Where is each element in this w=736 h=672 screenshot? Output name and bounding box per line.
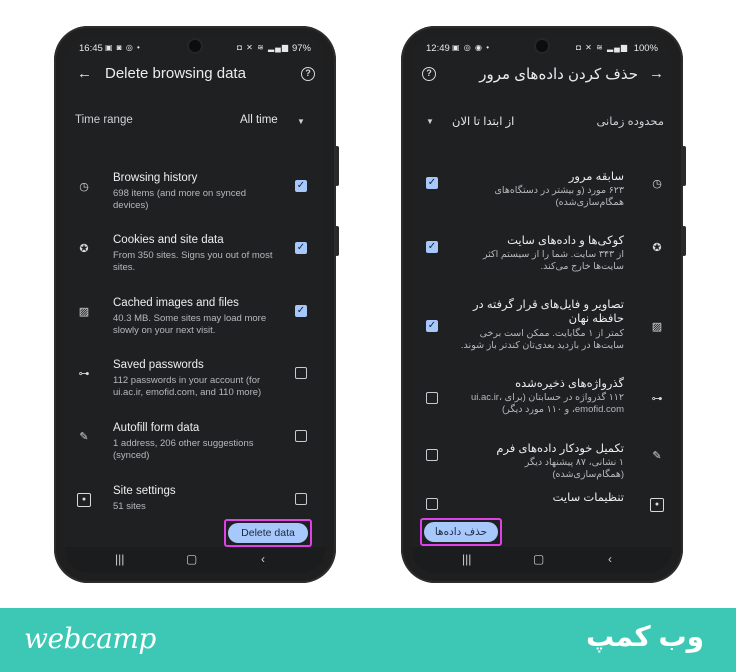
option-title: Autofill form data xyxy=(113,422,200,434)
page-title: Delete browsing data xyxy=(105,65,246,82)
delete-data-button[interactable]: Delete data xyxy=(224,519,312,547)
site-settings-icon: ● xyxy=(77,493,91,507)
notification-icons: ▣ ◙ ◎ • xyxy=(105,43,141,52)
help-icon[interactable]: ? xyxy=(301,67,315,81)
option-title: Cookies and site data xyxy=(113,234,224,246)
brand-footer: webcamp وب کمپ xyxy=(0,608,736,672)
battery-level: 100% xyxy=(633,43,658,54)
status-bar: 16:45 ▣ ◙ ◎ • ◘ ✕ ≋ ▂▄▆ 97% xyxy=(65,36,325,60)
checkbox-autofill[interactable] xyxy=(426,449,438,461)
checkbox-autofill[interactable] xyxy=(295,430,307,442)
time-range-value[interactable]: از ابتدا تا الان xyxy=(452,114,514,128)
option-title: Saved passwords xyxy=(113,359,204,371)
home-icon[interactable]: ▢ xyxy=(533,552,544,566)
app-bar: ? حذف کردن داده‌های مرور → xyxy=(412,60,672,90)
brand-logo-fa: وب کمپ xyxy=(585,621,704,652)
option-title: Site settings xyxy=(113,485,176,497)
delete-data-label: حذف داده‌ها xyxy=(424,522,498,542)
recents-icon[interactable]: ||| xyxy=(115,552,124,566)
page-title: حذف کردن داده‌های مرور xyxy=(479,66,638,83)
checkbox-browsing-history[interactable]: ✓ xyxy=(426,177,438,189)
delete-data-label: Delete data xyxy=(228,523,308,543)
brand-logo-en: webcamp xyxy=(24,622,156,655)
option-subtitle: از ۳۴۳ سایت. شما را از سیستم اکثر سایت‌ه… xyxy=(482,249,624,272)
status-bar: 12:49 ▣ ◎ ◉ • ◘ ✕ ≋ ▂▄▆ 100% xyxy=(412,36,672,60)
image-icon: ▨ xyxy=(78,306,90,318)
back-icon[interactable]: ‹ xyxy=(261,552,265,566)
checkbox-browsing-history[interactable]: ✓ xyxy=(295,180,307,192)
status-time: 16:45 xyxy=(79,43,103,54)
option-title: تنظیمات سایت xyxy=(552,492,624,504)
option-title: تکمیل خودکار داده‌های فرم xyxy=(496,443,624,455)
option-subtitle: ۱۱۲ گذرواژه در حسابتان (برای ui.ac.ir، e… xyxy=(470,392,624,415)
home-icon[interactable]: ▢ xyxy=(186,552,197,566)
phone-left: 16:45 ▣ ◙ ◎ • ◘ ✕ ≋ ▂▄▆ 97% ← Delete bro… xyxy=(54,26,339,583)
battery-level: 97% xyxy=(291,43,311,54)
back-icon[interactable]: ‹ xyxy=(608,552,612,566)
option-subtitle: 40.3 MB. Some sites may load more slowly… xyxy=(113,313,267,336)
option-title: گذرواژه‌های ذخیره‌شده xyxy=(515,378,624,390)
option-title: Browsing history xyxy=(113,172,198,184)
option-subtitle: کمتر از ۱ مگابایت. ممکن است برخی سایت‌ها… xyxy=(460,328,624,351)
status-time: 12:49 xyxy=(426,43,450,54)
back-arrow-icon[interactable]: → xyxy=(649,65,664,82)
checkbox-cached-images[interactable]: ✓ xyxy=(426,320,438,332)
volume-button xyxy=(682,146,686,186)
time-range-label: محدوده زمانی xyxy=(596,116,664,128)
clock-icon: ◷ xyxy=(652,178,662,190)
option-subtitle: 1 address, 206 other suggestions (synced… xyxy=(113,438,254,461)
volume-button xyxy=(335,146,339,186)
site-settings-icon: ● xyxy=(650,498,664,512)
app-bar: ← Delete browsing data ? xyxy=(65,60,325,90)
power-button xyxy=(682,226,686,256)
checkbox-cached-images[interactable]: ✓ xyxy=(295,305,307,317)
image-icon: ▨ xyxy=(651,321,663,333)
screen-left: 16:45 ▣ ◙ ◎ • ◘ ✕ ≋ ▂▄▆ 97% ← Delete bro… xyxy=(65,36,325,573)
option-subtitle: ۱ نشانی، ۸۷ پیشنهاد دیگر (همگام‌سازی‌شده… xyxy=(524,457,624,480)
time-range-value[interactable]: All time xyxy=(240,114,278,126)
option-title: سابقه مرور xyxy=(568,171,624,183)
key-icon: ⊶ xyxy=(78,368,90,380)
key-icon: ⊶ xyxy=(651,393,663,405)
clock-icon: ◷ xyxy=(79,181,89,193)
option-title: تصاویر و فایل‌های قرار گرفته در حافظه نه… xyxy=(472,299,624,325)
checkbox-site-settings[interactable] xyxy=(426,498,438,510)
time-range-label: Time range xyxy=(75,114,133,126)
checkbox-saved-passwords[interactable] xyxy=(426,392,438,404)
checkbox-site-settings[interactable] xyxy=(295,493,307,505)
option-subtitle: 698 items (and more on synced devices) xyxy=(113,188,247,211)
option-subtitle: ۶۲۳ مورد (و بیشتر در دستگاه‌های همگام‌سا… xyxy=(494,185,624,208)
help-icon[interactable]: ? xyxy=(422,67,436,81)
screen-right: 12:49 ▣ ◎ ◉ • ◘ ✕ ≋ ▂▄▆ 100% ? حذف کردن … xyxy=(412,36,672,573)
checkbox-cookies[interactable]: ✓ xyxy=(295,242,307,254)
time-range-row[interactable]: ▼ از ابتدا تا الان محدوده زمانی xyxy=(412,114,672,134)
checkbox-saved-passwords[interactable] xyxy=(295,367,307,379)
pencil-icon: ✎ xyxy=(652,450,662,462)
option-subtitle: 112 passwords in your account (for ui.ac… xyxy=(113,375,262,398)
signal-icons: ◘ ✕ ≋ ▂▄▆ xyxy=(576,43,628,52)
option-subtitle: From 350 sites. Signs you out of most si… xyxy=(113,250,273,273)
dropdown-caret-icon[interactable]: ▼ xyxy=(426,117,434,126)
back-arrow-icon[interactable]: ← xyxy=(77,65,92,82)
option-title: کوکی‌ها و داده‌های سایت xyxy=(507,235,624,247)
signal-icons: ◘ ✕ ≋ ▂▄▆ xyxy=(237,43,289,52)
option-title: Cached images and files xyxy=(113,297,239,309)
system-nav-bar: ||| ▢ ‹ xyxy=(65,547,325,573)
time-range-row[interactable]: Time range All time ▼ xyxy=(65,114,325,134)
cookie-icon: ✪ xyxy=(652,242,662,254)
checkbox-cookies[interactable]: ✓ xyxy=(426,241,438,253)
cookie-icon: ✪ xyxy=(79,243,89,255)
dropdown-caret-icon[interactable]: ▼ xyxy=(297,117,305,126)
power-button xyxy=(335,226,339,256)
notification-icons: ▣ ◎ ◉ • xyxy=(452,43,490,52)
recents-icon[interactable]: ||| xyxy=(462,552,471,566)
phone-right: 12:49 ▣ ◎ ◉ • ◘ ✕ ≋ ▂▄▆ 100% ? حذف کردن … xyxy=(401,26,686,583)
option-subtitle: 51 sites xyxy=(113,501,146,512)
system-nav-bar: ||| ▢ ‹ xyxy=(412,547,672,573)
delete-data-button[interactable]: حذف داده‌ها xyxy=(420,518,502,546)
stage: 16:45 ▣ ◙ ◎ • ◘ ✕ ≋ ▂▄▆ 97% ← Delete bro… xyxy=(0,0,736,672)
pencil-icon: ✎ xyxy=(79,431,89,443)
